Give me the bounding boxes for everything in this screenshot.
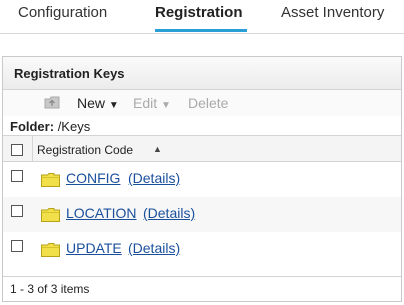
delete-button[interactable]: Delete bbox=[188, 95, 228, 111]
details-link[interactable]: (Details) bbox=[143, 205, 195, 221]
new-button-label: New bbox=[77, 95, 106, 111]
registration-key-link[interactable]: UPDATE bbox=[66, 240, 122, 256]
row-checkbox[interactable] bbox=[11, 205, 23, 217]
table-row: CONFIG (Details) bbox=[3, 162, 401, 197]
toolbar: New ▼ Edit ▼ Delete bbox=[3, 90, 401, 116]
row-checkbox[interactable] bbox=[11, 240, 23, 252]
chevron-down-icon: ▼ bbox=[161, 100, 171, 111]
sort-ascending-icon[interactable]: ▲ bbox=[153, 144, 162, 154]
tab-asset-inventory[interactable]: Asset Inventory bbox=[281, 4, 384, 32]
column-divider bbox=[32, 136, 33, 162]
folder-icon bbox=[41, 208, 60, 222]
pagination-summary: 1 - 3 of 3 items bbox=[3, 276, 401, 301]
new-button[interactable]: New ▼ bbox=[77, 95, 119, 111]
folder-path: /Keys bbox=[57, 119, 91, 134]
active-tab-indicator bbox=[155, 29, 247, 32]
folder-up-icon[interactable] bbox=[44, 96, 60, 109]
folder-icon bbox=[41, 243, 60, 257]
folder-path-bar: Folder: /Keys bbox=[3, 116, 401, 136]
column-header-registration-code[interactable]: Registration Code bbox=[37, 143, 133, 157]
edit-button[interactable]: Edit ▼ bbox=[133, 95, 171, 111]
select-all-checkbox[interactable] bbox=[11, 144, 23, 156]
panel-title: Registration Keys bbox=[3, 57, 401, 90]
folder-label: Folder: bbox=[10, 119, 55, 134]
table-row: UPDATE (Details) bbox=[3, 232, 401, 267]
details-link[interactable]: (Details) bbox=[128, 170, 180, 186]
tab-registration[interactable]: Registration bbox=[155, 4, 243, 32]
edit-button-label: Edit bbox=[133, 95, 158, 111]
details-link[interactable]: (Details) bbox=[128, 240, 180, 256]
tab-bar: Configuration Registration Asset Invento… bbox=[0, 0, 404, 34]
registration-key-link[interactable]: CONFIG bbox=[66, 170, 120, 186]
table-header: Registration Code ▲ bbox=[3, 136, 401, 162]
registration-keys-panel: Registration Keys New ▼ Edit ▼ Delete Fo… bbox=[2, 56, 402, 302]
table-row: LOCATION (Details) bbox=[3, 197, 401, 232]
row-checkbox[interactable] bbox=[11, 170, 23, 182]
folder-icon bbox=[41, 173, 60, 187]
chevron-down-icon: ▼ bbox=[108, 100, 119, 111]
registration-key-link[interactable]: LOCATION bbox=[66, 205, 137, 221]
tab-configuration[interactable]: Configuration bbox=[18, 4, 107, 32]
